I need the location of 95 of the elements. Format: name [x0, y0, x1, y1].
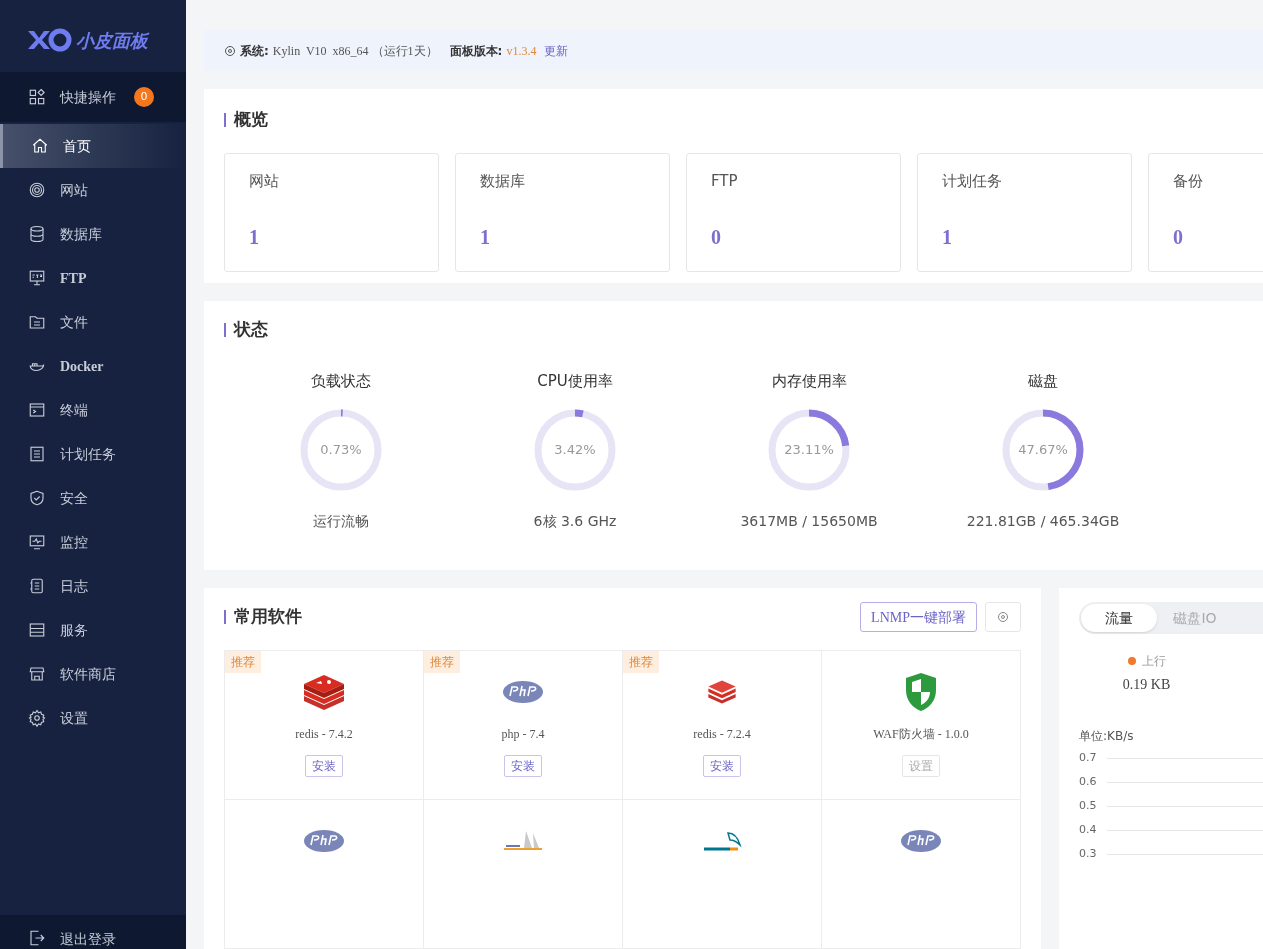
nav-item[interactable]: 安全	[0, 476, 186, 520]
settings-button[interactable]	[985, 602, 1021, 632]
section-title: 常用软件	[234, 605, 302, 629]
terminal-icon	[28, 401, 46, 419]
software-card[interactable]: 推荐 redis - 7.2.4 安装	[623, 651, 822, 800]
software-card[interactable]	[225, 800, 424, 949]
stat-card[interactable]: 网站 1	[224, 152, 439, 272]
lnmp-deploy-button[interactable]: LNMP一键部署	[860, 602, 977, 632]
nav-item[interactable]: 软件商店	[0, 652, 186, 696]
software-card[interactable]: 推荐 redis - 7.4.2 安装	[225, 651, 424, 800]
php-logo-icon	[303, 829, 345, 853]
database-icon	[28, 225, 46, 243]
gauge-percent: 3.42%	[553, 441, 597, 460]
logo-icon	[26, 28, 72, 52]
grid-icon	[28, 88, 46, 106]
store-icon	[28, 665, 46, 683]
stat-card[interactable]: 计划任务 1	[917, 152, 1132, 272]
stat-card[interactable]: 数据库 1	[455, 152, 670, 272]
shield-icon	[28, 489, 46, 507]
monitor-icon	[28, 269, 46, 287]
nav-item[interactable]: FTP	[0, 256, 186, 300]
nav-item[interactable]: 计划任务	[0, 432, 186, 476]
version-label: 面板版本:	[449, 42, 503, 60]
section-title: 概览	[234, 108, 268, 132]
php-logo-icon	[900, 829, 942, 853]
recommend-tag: 推荐	[424, 651, 460, 673]
settings-icon	[28, 709, 46, 727]
section-title: 状态	[234, 317, 268, 341]
gauge-title: 磁盘	[1028, 371, 1058, 393]
panel-icon	[28, 621, 46, 639]
logo-text: 小皮面板	[76, 28, 148, 53]
gauge-detail: 运行流畅	[313, 511, 369, 531]
monitor-icon	[28, 533, 46, 551]
sailboat-icon	[502, 829, 544, 853]
axis-tick-label: 0.5	[1079, 797, 1098, 814]
settings-icon	[997, 611, 1009, 623]
software-card[interactable]	[822, 800, 1021, 949]
software-action-button[interactable]: 安装	[305, 755, 343, 777]
nav-item[interactable]: 终端	[0, 388, 186, 432]
redis-icon	[302, 673, 346, 711]
nav-item[interactable]: 服务	[0, 608, 186, 652]
list-icon	[28, 445, 46, 463]
recommend-tag: 推荐	[623, 651, 659, 673]
axis-tick-label: 0.7	[1079, 749, 1098, 766]
folder-icon	[28, 313, 46, 331]
php-logo-icon	[502, 680, 544, 704]
tab[interactable]: 流量	[1081, 604, 1157, 632]
gauge-detail: 6核 3.6 GHz	[533, 511, 617, 531]
logout-item[interactable]: 退出登录	[0, 915, 186, 949]
software-name: php - 7.4	[501, 726, 545, 743]
logout-icon	[28, 929, 46, 947]
redis-icon	[707, 679, 737, 705]
nav-item[interactable]: Docker	[0, 344, 186, 388]
gauge-percent: 23.11%	[783, 441, 835, 460]
software-name: redis - 7.4.2	[295, 726, 353, 743]
settings-icon	[224, 44, 236, 57]
nav-item[interactable]: 网站	[0, 168, 186, 212]
stat-card[interactable]: 备份 0	[1148, 152, 1263, 272]
legend-label: 上行	[1141, 653, 1166, 670]
gauge-title: 内存使用率	[771, 371, 847, 393]
target-icon	[28, 181, 46, 199]
home-icon	[31, 137, 49, 155]
stat-card[interactable]: FTP 0	[686, 152, 901, 272]
unit-label: 单位:KB/s	[1079, 728, 1135, 745]
gauge-detail: 3617MB / 15650MB	[740, 511, 878, 531]
gauge-title: CPU使用率	[537, 371, 613, 393]
nav-item[interactable]: 设置	[0, 696, 186, 740]
axis-tick-label: 0.6	[1079, 773, 1098, 790]
gauge-detail: 221.81GB / 465.34GB	[966, 511, 1120, 531]
axis-tick-label: 0.4	[1079, 821, 1098, 838]
nav-item[interactable]: 数据库	[0, 212, 186, 256]
software-name: redis - 7.2.4	[693, 726, 751, 743]
recommend-tag: 推荐	[225, 651, 261, 673]
upload-value: 0.19 KB	[1122, 676, 1171, 694]
software-card[interactable]: 推荐 php - 7.4 安装	[424, 651, 623, 800]
software-action-button[interactable]: 安装	[703, 755, 741, 777]
system-info: Kylin V10 x86_64 （运行1天）	[272, 42, 438, 60]
gauge-percent: 0.73%	[319, 441, 363, 460]
notebook-icon	[28, 577, 46, 595]
nav-item[interactable]: 文件	[0, 300, 186, 344]
software-card[interactable]	[623, 800, 822, 949]
nav-item[interactable]: 监控	[0, 520, 186, 564]
software-action-button[interactable]: 安装	[504, 755, 542, 777]
update-link[interactable]: 更新	[544, 41, 569, 60]
system-label: 系统:	[240, 42, 269, 60]
axis-tick-label: 0.3	[1079, 845, 1098, 862]
software-card[interactable]	[424, 800, 623, 949]
count-badge: 0	[134, 87, 154, 107]
shield-icon	[903, 671, 939, 713]
nav-item[interactable]: 日志	[0, 564, 186, 608]
version-text: v1.3.4	[506, 42, 537, 60]
quick-actions-item[interactable]: 快捷操作 0	[0, 72, 186, 122]
software-name: WAF防火墙 - 1.0.0	[873, 726, 969, 743]
gauge-title: 负载状态	[311, 371, 371, 393]
gauge-percent: 47.67%	[1017, 441, 1069, 460]
